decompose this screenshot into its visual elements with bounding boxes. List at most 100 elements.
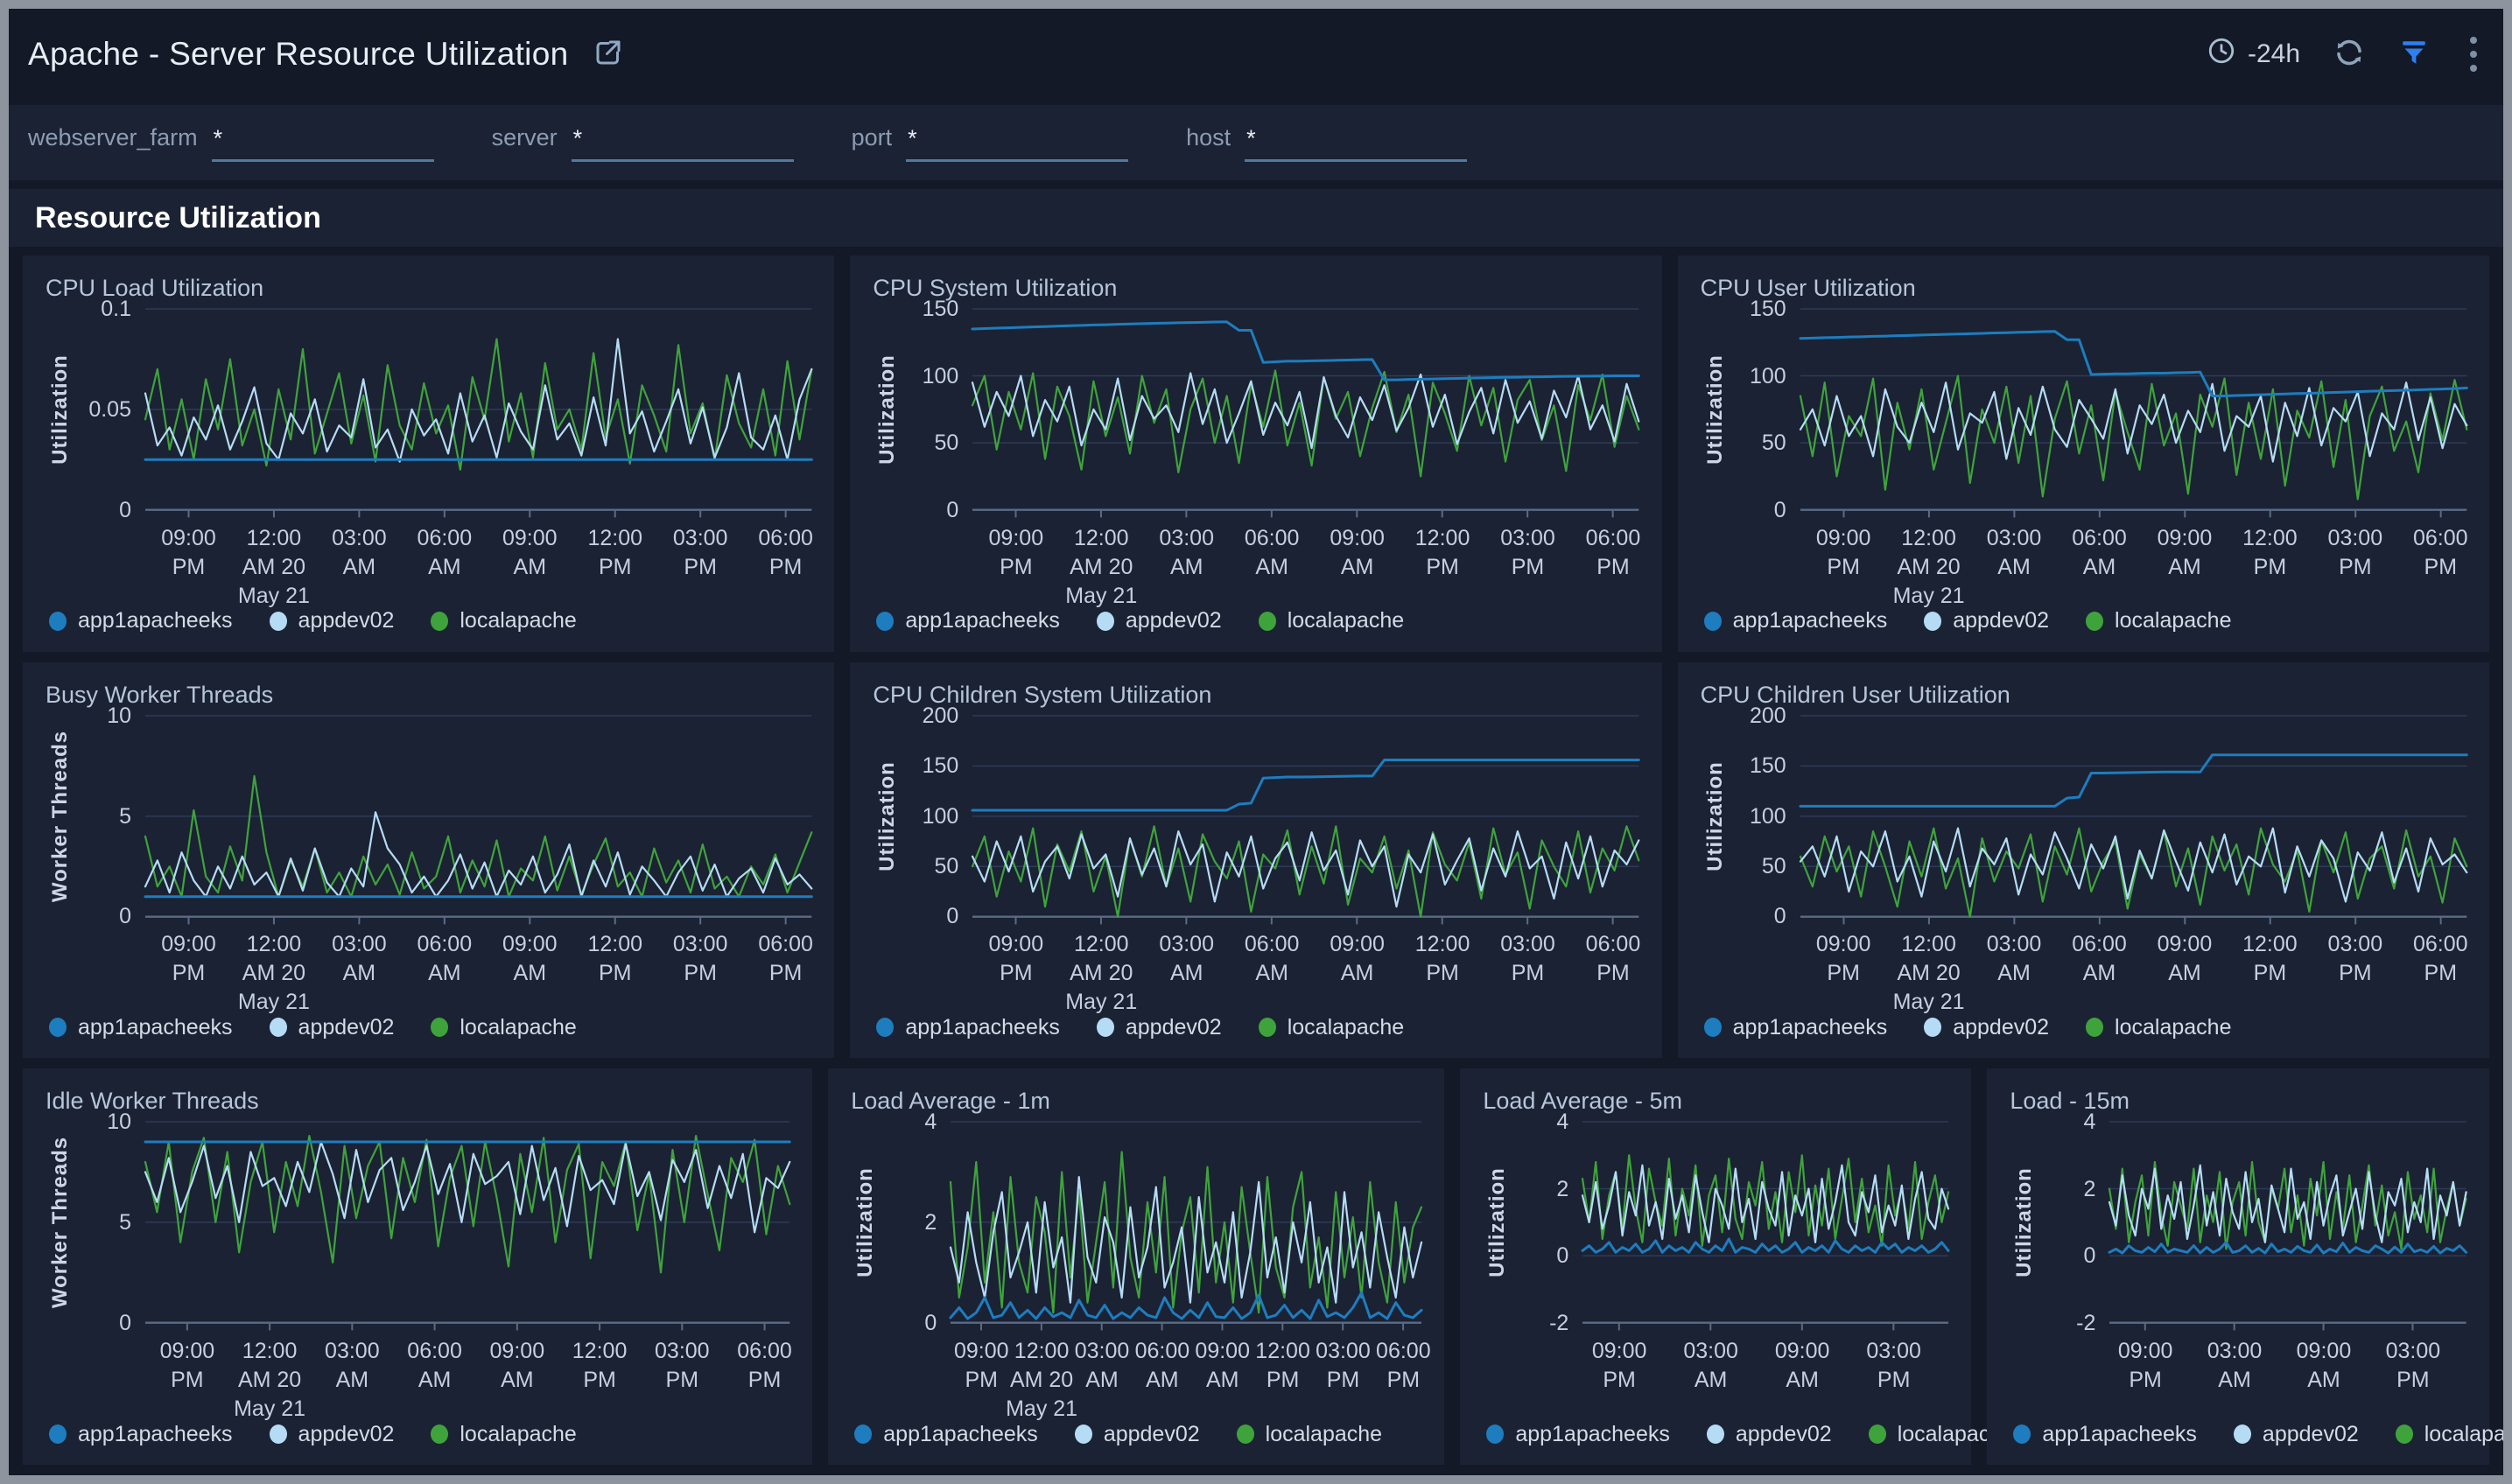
y-tick-label: 2 <box>1556 1176 1568 1202</box>
legend-dot-icon <box>2234 1424 2251 1444</box>
legend-item-appdev02[interactable]: appdev02 <box>1707 1422 1832 1447</box>
x-tick-label: 03:00PM <box>2328 930 2383 988</box>
x-tick-label: 12:00PM <box>2242 930 2298 988</box>
legend-item-localapache[interactable]: localapache <box>1259 608 1404 634</box>
refresh-button[interactable] <box>2333 37 2365 73</box>
legend-item-appdev02[interactable]: appdev02 <box>270 1422 395 1447</box>
chart-area: Utilization420-209:00PM03:00AM09:00AM03:… <box>2010 1122 2466 1414</box>
y-axis-label: Utilization <box>46 309 75 510</box>
legend-item-app1apacheeks[interactable]: app1apacheeks <box>876 608 1060 634</box>
legend-item-appdev02[interactable]: appdev02 <box>1924 1015 2049 1040</box>
legend-label: localapache <box>2424 1422 2503 1447</box>
y-axis-ticks: 200150100500 <box>902 716 972 917</box>
panel-cpu-children-system-utilization: CPU Children System UtilizationUtilizati… <box>850 662 1661 1059</box>
y-axis-ticks: 420-2 <box>1512 1122 1582 1323</box>
x-tick-label: 09:00AM <box>490 1337 545 1395</box>
chart-plot[interactable] <box>2109 1122 2466 1323</box>
series-line-localapache <box>145 339 811 469</box>
chart-plot[interactable] <box>972 309 1638 510</box>
x-tick-label: 03:00AM <box>1987 524 2042 582</box>
legend-item-appdev02[interactable]: appdev02 <box>270 1015 395 1040</box>
chart-plot[interactable] <box>145 1122 789 1323</box>
header-controls: -24h <box>2207 32 2477 77</box>
x-tick-label: 03:00PM <box>673 524 728 582</box>
filter-button[interactable] <box>2398 37 2430 73</box>
series-line-app1apacheeks <box>1582 1239 1948 1252</box>
legend-item-localapache[interactable]: localapache <box>2396 1422 2503 1447</box>
x-tick-label: 09:00PM <box>2118 1337 2173 1395</box>
chart-plot[interactable] <box>1582 1122 1948 1323</box>
kebab-menu-button[interactable] <box>2463 32 2477 77</box>
filter-input-webserver_farm[interactable] <box>212 125 434 162</box>
legend-item-app1apacheeks[interactable]: app1apacheeks <box>876 1015 1060 1040</box>
x-tick-label: 09:00PM <box>1816 930 1871 988</box>
share-button[interactable] <box>593 37 624 73</box>
legend-item-app1apacheeks[interactable]: app1apacheeks <box>854 1422 1038 1447</box>
legend-item-localapache[interactable]: localapache <box>2086 1015 2231 1040</box>
filter-input-server[interactable] <box>572 125 794 162</box>
legend-item-appdev02[interactable]: appdev02 <box>1097 608 1222 634</box>
legend-item-localapache[interactable]: localapache <box>1237 1422 1382 1447</box>
chart-plot[interactable] <box>951 1122 1421 1323</box>
legend-label: localapache <box>460 608 576 634</box>
legend-item-localapache[interactable]: localapache <box>2086 608 2231 634</box>
legend-dot-icon <box>1704 612 1722 631</box>
legend-item-localapache[interactable]: localapache <box>431 1422 576 1447</box>
x-tick-label: 09:00AM <box>1330 930 1385 988</box>
legend-item-app1apacheeks[interactable]: app1apacheeks <box>49 1015 233 1040</box>
chart-plot[interactable] <box>972 716 1638 917</box>
chart-plot[interactable] <box>145 716 811 917</box>
legend-item-app1apacheeks[interactable]: app1apacheeks <box>1704 1015 1888 1040</box>
legend-item-app1apacheeks[interactable]: app1apacheeks <box>1704 608 1888 634</box>
x-tick-label: 03:00PM <box>1500 524 1555 582</box>
legend-label: appdev02 <box>298 608 395 634</box>
y-tick-label: 0 <box>119 903 131 929</box>
legend-item-appdev02[interactable]: appdev02 <box>1075 1422 1200 1447</box>
y-tick-label: 10 <box>107 1109 131 1135</box>
legend-dot-icon <box>2086 612 2103 631</box>
chart-legend: app1apacheeks appdev02 localapache <box>873 601 1638 641</box>
legend-item-appdev02[interactable]: appdev02 <box>1924 608 2049 634</box>
x-tick-label: 03:00PM <box>2328 524 2383 582</box>
panel-title: CPU Children System Utilization <box>873 682 1638 709</box>
chart-plot[interactable] <box>1800 309 2466 510</box>
chart-area: Utilization420-209:00PM03:00AM09:00AM03:… <box>1483 1122 1948 1414</box>
filter-field-server: server <box>492 124 794 162</box>
filter-input-host[interactable] <box>1245 125 1467 162</box>
y-tick-label: 100 <box>923 363 959 389</box>
legend-item-app1apacheeks[interactable]: app1apacheeks <box>49 608 233 634</box>
legend-item-localapache[interactable]: localapache <box>1259 1015 1404 1040</box>
time-range-button[interactable]: -24h <box>2207 36 2300 73</box>
chart-area: Utilization15010050009:00PM12:00AM 20May… <box>1701 309 2466 601</box>
y-tick-label: 0 <box>119 497 131 523</box>
chart-area: Utilization20015010050009:00PM12:00AM 20… <box>1701 716 2466 1008</box>
chart-plot[interactable] <box>145 309 811 510</box>
panel-cpu-load-utilization: CPU Load UtilizationUtilization0.10.0500… <box>23 256 834 652</box>
x-tick-label: 12:00AM 20May 21 <box>1065 930 1137 1017</box>
panel-title: Load - 15m <box>2010 1088 2466 1115</box>
legend-label: appdev02 <box>1953 1015 2049 1040</box>
y-tick-label: 50 <box>935 430 959 456</box>
legend-item-localapache[interactable]: localapache <box>431 1015 576 1040</box>
filter-input-port[interactable] <box>906 125 1128 162</box>
chart-plot[interactable] <box>1800 716 2466 917</box>
x-tick-label: 03:00PM <box>1866 1337 1921 1395</box>
x-axis-labels: 09:00PM12:00AM 20May 2103:00AM06:00AM09:… <box>145 1323 789 1414</box>
x-tick-label: 03:00AM <box>332 524 387 582</box>
x-tick-label: 12:00AM 20May 21 <box>238 930 310 1017</box>
legend-item-appdev02[interactable]: appdev02 <box>2234 1422 2359 1447</box>
legend-item-appdev02[interactable]: appdev02 <box>270 608 395 634</box>
legend-item-appdev02[interactable]: appdev02 <box>1097 1015 1222 1040</box>
clock-icon <box>2207 36 2236 73</box>
legend-item-localapache[interactable]: localapache <box>431 608 576 634</box>
x-tick-label: 03:00AM <box>332 930 387 988</box>
x-tick-label: 09:00AM <box>1775 1337 1830 1395</box>
panel-cpu-user-utilization: CPU User UtilizationUtilization150100500… <box>1678 256 2489 652</box>
series-line-app1apacheeks <box>951 1293 1421 1320</box>
legend-item-app1apacheeks[interactable]: app1apacheeks <box>1486 1422 1670 1447</box>
legend-item-app1apacheeks[interactable]: app1apacheeks <box>2013 1422 2197 1447</box>
legend-item-app1apacheeks[interactable]: app1apacheeks <box>49 1422 233 1447</box>
x-tick-label: 09:00AM <box>1195 1337 1250 1395</box>
panel-row-3: Idle Worker ThreadsWorker Threads105009:… <box>23 1068 2489 1465</box>
page-title: Apache - Server Resource Utilization <box>28 36 568 73</box>
